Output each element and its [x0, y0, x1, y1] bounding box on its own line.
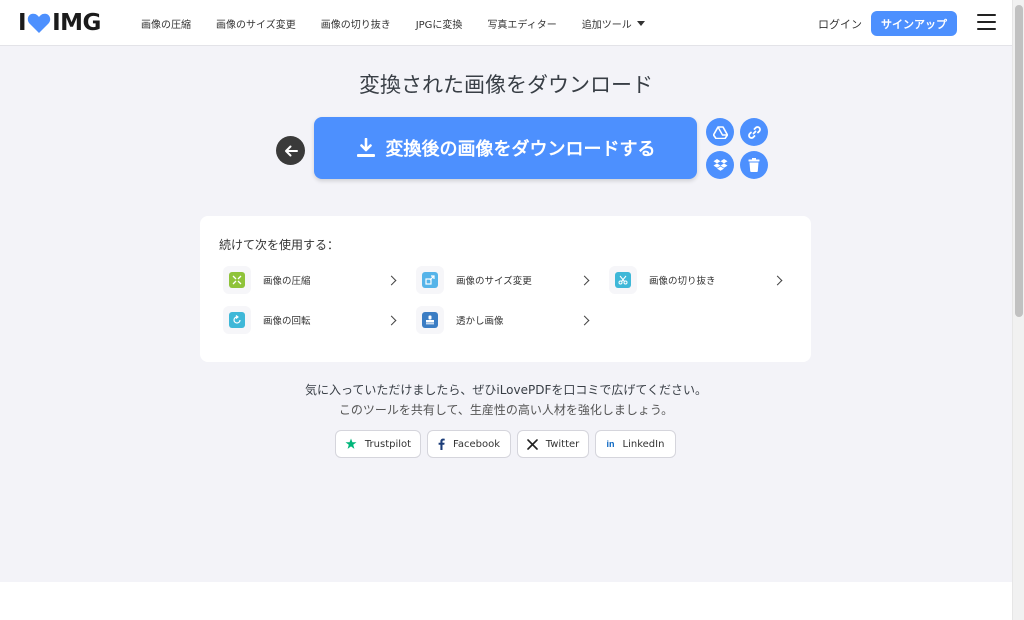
tool-crop[interactable]: 画像の切り抜き — [609, 266, 785, 294]
trash-icon — [748, 158, 760, 172]
nav-convert-jpg[interactable]: JPGに変換 — [416, 16, 463, 31]
chevron-right-icon — [772, 275, 783, 285]
hamburger-menu-icon[interactable] — [977, 14, 996, 30]
share-submessage: このツールを共有して、生産性の高い人材を強化しましょう。 — [338, 403, 674, 417]
google-drive-icon — [712, 125, 728, 139]
logo[interactable]: I IMG — [18, 10, 101, 36]
card-title: 続けて次を使用する： — [219, 238, 340, 252]
chevron-right-icon — [579, 315, 590, 325]
nav-label: 画像の圧縮 — [141, 19, 191, 31]
facebook-button[interactable]: Facebook — [427, 430, 511, 458]
rotate-icon — [229, 312, 245, 328]
link-icon — [747, 125, 761, 139]
tool-icon-box — [609, 266, 637, 294]
continue-card: 続けて次を使用する： 画像の圧縮 画像のサイズ変更 画像の切り抜き 画像の回転 … — [200, 216, 811, 362]
nav-compress[interactable]: 画像の圧縮 — [141, 16, 191, 31]
caret-down-icon — [636, 20, 645, 26]
nav-label: 画像の切り抜き — [320, 19, 391, 31]
social-label: Twitter — [545, 438, 580, 450]
watermark-icon — [422, 312, 438, 328]
download-button-label: 変換後の画像をダウンロードする — [385, 139, 656, 160]
page-title: 変換された画像をダウンロード — [359, 73, 653, 97]
chevron-right-icon — [579, 275, 590, 285]
tool-resize[interactable]: 画像のサイズ変更 — [416, 266, 592, 294]
social-label: LinkedIn — [622, 438, 665, 450]
dropbox-button[interactable] — [706, 151, 734, 179]
tool-watermark[interactable]: 透かし画像 — [416, 306, 592, 334]
delete-button[interactable] — [740, 151, 768, 179]
tool-label: 画像の切り抜き — [649, 276, 716, 287]
logo-text-left: I — [18, 10, 27, 36]
login-link[interactable]: ログイン — [818, 16, 862, 32]
top-navbar: I IMG 画像の圧縮 画像のサイズ変更 画像の切り抜き JPGに変換 写真エデ… — [0, 0, 1012, 46]
nav-more-tools[interactable]: 追加ツール — [582, 16, 645, 31]
heart-icon — [27, 13, 51, 33]
nav-label: 追加ツール — [581, 19, 632, 31]
x-twitter-icon — [526, 438, 538, 450]
tool-label: 透かし画像 — [456, 316, 504, 327]
scrollbar[interactable] — [1012, 0, 1024, 620]
arrow-left-icon — [284, 145, 298, 156]
share-message: 気に入っていただけましたら、ぜひiLovePDFを口コミで広げてください。 — [304, 383, 708, 397]
crop-icon — [615, 272, 631, 288]
chevron-right-icon — [386, 315, 397, 325]
copy-link-button[interactable] — [740, 118, 768, 146]
scrollbar-thumb[interactable] — [1015, 5, 1023, 317]
nav-photo-editor[interactable]: 写真エディター — [487, 16, 556, 31]
tool-compress[interactable]: 画像の圧縮 — [223, 266, 399, 294]
twitter-button[interactable]: Twitter — [517, 430, 589, 458]
download-icon — [356, 138, 375, 157]
compress-icon — [229, 272, 245, 288]
google-drive-button[interactable] — [706, 118, 734, 146]
tool-label: 画像のサイズ変更 — [456, 276, 532, 287]
signup-button[interactable]: サインアップ — [871, 11, 957, 36]
footer — [0, 582, 1012, 620]
main-nav: 画像の圧縮 画像のサイズ変更 画像の切り抜き JPGに変換 写真エディター 追加… — [141, 0, 670, 46]
facebook-icon — [438, 438, 445, 450]
chevron-right-icon — [386, 275, 397, 285]
star-icon — [345, 438, 357, 450]
nav-label: JPGに変換 — [415, 19, 463, 31]
tool-icon-box — [416, 266, 444, 294]
download-button[interactable]: 変換後の画像をダウンロードする — [314, 117, 697, 179]
nav-label: 写真エディター — [487, 19, 557, 31]
tool-label: 画像の回転 — [263, 316, 311, 327]
tool-rotate[interactable]: 画像の回転 — [223, 306, 399, 334]
linkedin-button[interactable]: in LinkedIn — [595, 430, 676, 458]
nav-crop[interactable]: 画像の切り抜き — [321, 16, 391, 31]
nav-resize[interactable]: 画像のサイズ変更 — [216, 16, 296, 31]
tool-icon-box — [223, 266, 251, 294]
tool-label: 画像の圧縮 — [263, 276, 311, 287]
nav-label: 画像のサイズ変更 — [216, 19, 296, 31]
dropbox-icon — [713, 159, 727, 171]
trustpilot-button[interactable]: Trustpilot — [335, 430, 421, 458]
social-label: Facebook — [453, 438, 500, 450]
tool-icon-box — [223, 306, 251, 334]
social-label: Trustpilot — [364, 438, 412, 450]
tool-icon-box — [416, 306, 444, 334]
linkedin-icon: in — [606, 439, 615, 449]
back-button[interactable] — [276, 136, 305, 165]
resize-icon — [422, 272, 438, 288]
logo-text-right: IMG — [52, 10, 101, 36]
